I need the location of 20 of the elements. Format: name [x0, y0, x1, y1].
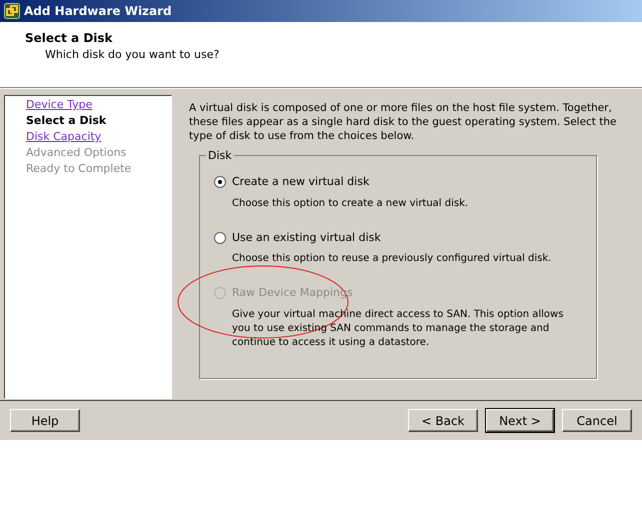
wizard-step: Ready to Complete: [26, 162, 132, 176]
wizard-step: Select a Disk: [26, 114, 106, 128]
wizard-step[interactable]: Device Type: [26, 98, 92, 112]
next-button[interactable]: Next >: [486, 409, 554, 432]
option-description: Choose this option to create a new virtual disk.: [231, 196, 470, 210]
cancel-button[interactable]: Cancel: [562, 409, 632, 432]
wizard-step: Advanced Options: [26, 146, 126, 160]
radio-button[interactable]: [214, 176, 226, 188]
wizard-step[interactable]: Disk Capacity: [26, 130, 102, 144]
help-button[interactable]: Help: [10, 409, 80, 432]
window-title: Add Hardware Wizard: [24, 3, 172, 20]
back-button[interactable]: < Back: [408, 409, 478, 432]
option-label: Create a new virtual disk: [232, 174, 370, 190]
page-title: Select a Disk: [25, 30, 114, 47]
app-logo-icon: [4, 3, 20, 19]
radio-button[interactable]: [214, 232, 226, 244]
option-label: Use an existing virtual disk: [232, 230, 381, 246]
intro-text: A virtual disk is composed of one or more files on the host file system. Together, these files appear as a single hard disk to the guest operating system. Select the type of disk to use from the choices below.: [189, 101, 617, 143]
page-subtitle: Which disk do you want to use?: [44, 47, 220, 63]
option-description: Choose this option to reuse a previously configured virtual disk.: [231, 252, 552, 266]
